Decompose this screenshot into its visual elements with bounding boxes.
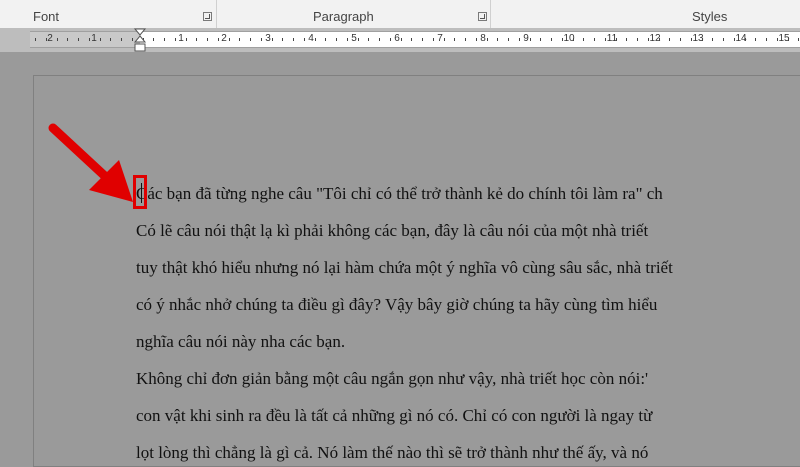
ruler-tick — [648, 38, 649, 41]
paragraph-dialog-launcher-icon[interactable] — [478, 12, 487, 21]
ruler-tick — [207, 38, 208, 41]
ruler-tick — [745, 38, 746, 41]
ruler-tick — [422, 38, 423, 41]
ruler-tick — [777, 38, 778, 41]
ruler-tick — [110, 38, 111, 41]
ruler-tick — [368, 38, 369, 41]
ruler-strip: 2 1 1 2 3 4 5 6 7 8 9 10 11 12 13 14 15 — [0, 28, 800, 52]
ruler-tick — [196, 38, 197, 41]
ruler-tick — [411, 38, 412, 41]
ruler-tick — [229, 38, 230, 41]
ruler-tick — [454, 38, 455, 41]
ruler-tick — [551, 38, 552, 41]
ruler-tick — [788, 38, 789, 41]
ruler-tick — [487, 38, 488, 41]
ruler-tick — [325, 38, 326, 41]
ruler-tick — [798, 38, 799, 41]
red-arrow-icon — [48, 123, 133, 202]
ruler-tick — [250, 38, 251, 41]
ruler-tick — [637, 38, 638, 41]
ruler-tick — [379, 38, 380, 41]
document-line: Không chỉ đơn giản bằng một câu ngắn gọn… — [136, 369, 649, 388]
ruler-tick — [390, 38, 391, 41]
ruler-tick — [293, 38, 294, 41]
ruler-tick — [433, 38, 434, 41]
document-line: Có lẽ câu nói thật lạ kì phải không các … — [136, 221, 649, 240]
group-separator — [490, 0, 491, 28]
ruler-tick — [78, 38, 79, 41]
ruler-tick — [304, 38, 305, 41]
ruler-tick — [508, 38, 509, 41]
ruler-tick — [669, 38, 670, 41]
ruler-tick — [46, 38, 47, 41]
ruler-tick — [347, 38, 348, 41]
ruler-tick — [35, 38, 36, 41]
ruler-tick — [282, 38, 283, 41]
ruler-tick — [766, 38, 767, 41]
ruler-tick — [605, 38, 606, 41]
ruler-tick — [626, 38, 627, 41]
ruler-tick — [723, 38, 724, 41]
ruler-tick — [218, 38, 219, 41]
ruler-tick — [465, 38, 466, 41]
ruler-tick — [67, 38, 68, 41]
ruler-tick — [57, 38, 58, 41]
document-line: Các bạn đã từng nghe câu "Tôi chỉ có thể… — [136, 184, 663, 203]
ruler-tick — [261, 38, 262, 41]
indent-marker-icon[interactable] — [133, 28, 147, 54]
ruler-tick — [734, 38, 735, 41]
font-dialog-launcher-icon[interactable] — [203, 12, 212, 21]
ruler-tick — [616, 38, 617, 41]
document-line: nghĩa câu nói này nha các bạn. — [136, 332, 346, 351]
ruler-tick — [562, 38, 563, 41]
group-separator — [216, 0, 217, 28]
ribbon-group-bar: Font Paragraph Styles — [0, 0, 800, 29]
ruler-tick — [315, 38, 316, 41]
ribbon-group-font-label: Font — [33, 9, 60, 24]
ruler-tick — [121, 38, 122, 41]
ribbon-group-paragraph-label: Paragraph — [313, 9, 374, 24]
ruler-tick — [519, 38, 520, 41]
document-line: có ý nhắc nhở chúng ta điều gì đây? Vậy … — [136, 295, 658, 314]
ruler-tick — [401, 38, 402, 41]
ruler-tick — [358, 38, 359, 41]
ruler-tick — [712, 38, 713, 41]
ruler-tick — [755, 38, 756, 41]
ruler-tick — [476, 38, 477, 41]
document-line: lọt lòng thì chẳng là gì cả. Nó làm thế … — [136, 443, 649, 462]
ruler-tick — [336, 38, 337, 41]
ruler-tick — [530, 38, 531, 41]
ruler-tick — [164, 38, 165, 41]
ruler-tick — [497, 38, 498, 41]
ruler-tick — [239, 38, 240, 41]
ruler-tick — [100, 38, 101, 41]
ruler-tick — [540, 38, 541, 41]
ribbon-group-styles-label: Styles — [692, 9, 728, 24]
ruler-tick — [444, 38, 445, 41]
ruler-tick — [89, 38, 90, 41]
ruler-tick — [583, 38, 584, 41]
ruler-tick — [186, 38, 187, 41]
ruler-tick — [175, 38, 176, 41]
ruler-tick — [702, 38, 703, 41]
horizontal-ruler[interactable]: 2 1 1 2 3 4 5 6 7 8 9 10 11 12 13 14 15 — [30, 28, 800, 52]
ruler-tick — [573, 38, 574, 41]
ruler-tick — [659, 38, 660, 41]
document-line: tuy thật khó hiểu nhưng nó lại hàm chứa … — [136, 258, 673, 277]
ruler-tick — [153, 38, 154, 41]
ruler-tick — [272, 38, 273, 41]
document-line: con vật khi sinh ra đều là tất cả những … — [136, 406, 653, 425]
ruler-tick — [691, 38, 692, 41]
ruler-tick — [680, 38, 681, 41]
ruler-tick — [594, 38, 595, 41]
